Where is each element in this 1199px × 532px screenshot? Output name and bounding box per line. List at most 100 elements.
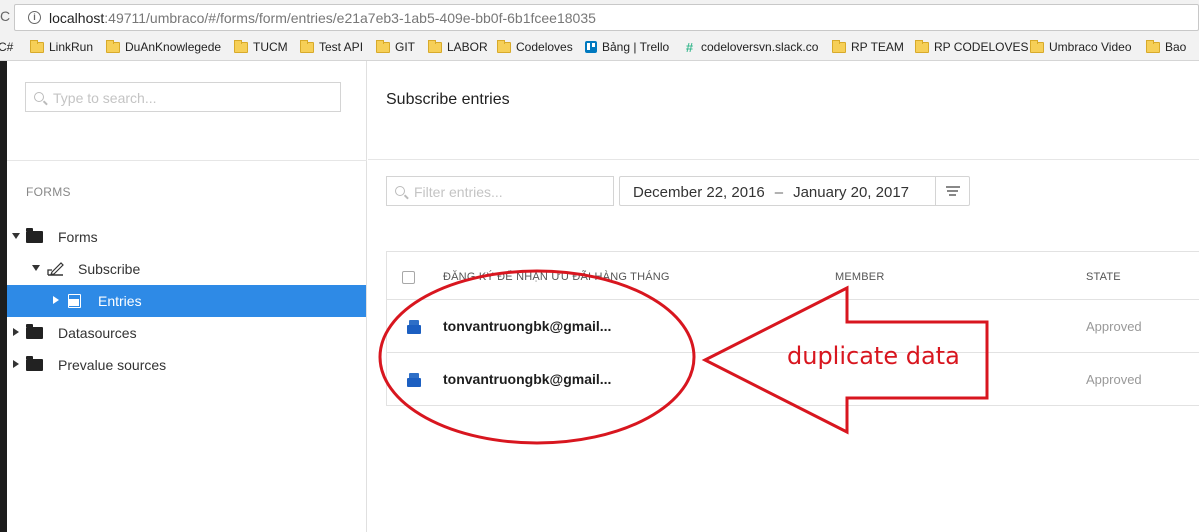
bookmark-label: Bao [1165, 40, 1187, 54]
date-to: January 20, 2017 [793, 184, 910, 201]
entry-icon [407, 373, 421, 387]
bookmark-label: C# [0, 40, 14, 54]
entry-state: Approved [1086, 372, 1142, 387]
folder-icon [26, 356, 43, 371]
bookmark-label: RP TEAM [851, 40, 904, 54]
caret-down-icon[interactable] [32, 265, 40, 271]
browser-address-row: C i localhost:49711/umbraco/#/forms/form… [0, 0, 1199, 34]
column-header-member[interactable]: MEMBER [835, 271, 884, 283]
entry-icon [407, 320, 421, 334]
column-header-state[interactable]: STATE [1086, 271, 1121, 283]
bookmark-labor[interactable]: LABOR [428, 38, 488, 56]
bookmark-label: Bảng | Trello [602, 40, 670, 54]
tree-node-label: Datasources [58, 325, 137, 341]
filter-options-button[interactable] [935, 177, 969, 205]
bookmark-label: TUCM [253, 40, 288, 54]
folder-icon [376, 39, 390, 53]
folder-icon [300, 39, 314, 53]
search-icon [395, 186, 405, 196]
tree-node-label: Subscribe [78, 261, 141, 277]
page-title: Subscribe entries [386, 91, 510, 108]
tree-node-datasources[interactable]: Datasources [7, 317, 366, 349]
tree-node-prevalue-sources[interactable]: Prevalue sources [7, 349, 366, 381]
tree-panel: Type to search... FORMS Forms Subscribe … [7, 61, 367, 532]
tree-node-entries[interactable]: Entries [7, 285, 366, 317]
bookmark-bao[interactable]: Bao [1146, 38, 1186, 56]
bookmark-rp-codeloves[interactable]: RP CODELOVES [915, 38, 1028, 56]
divider [7, 160, 367, 161]
bookmark-test-api[interactable]: Test API [300, 38, 363, 56]
search-placeholder: Type to search... [53, 90, 157, 106]
bookmark-tucm[interactable]: TUCM [234, 38, 288, 56]
folder-icon [106, 39, 120, 53]
date-separator: – [774, 184, 784, 201]
bookmark-slack[interactable]: # codeloversvn.slack.co [683, 38, 819, 56]
bookmark-label: codeloversvn.slack.co [701, 40, 819, 54]
folder-icon [497, 39, 511, 53]
folder-icon [915, 39, 929, 53]
tree-node-label: Forms [58, 229, 98, 245]
menu-icon-line [949, 194, 956, 196]
folder-icon [428, 39, 442, 53]
bookmark-csharp[interactable]: C# [0, 38, 13, 56]
bookmark-umbraco-video[interactable]: Umbraco Video [1030, 38, 1132, 56]
folder-icon [234, 39, 248, 53]
tree-node-label: Entries [98, 293, 142, 309]
filter-entries-input[interactable]: Filter entries... [386, 176, 614, 206]
date-from: December 22, 2016 [633, 184, 765, 201]
column-header-subscribe[interactable]: ĐĂNG KÝ ĐỂ NHẬN ƯU ĐÃI HÀNG THÁNG [443, 271, 670, 283]
reload-icon[interactable]: C [0, 8, 10, 24]
folder-icon [26, 324, 43, 339]
table-header: ĐĂNG KÝ ĐỂ NHẬN ƯU ĐÃI HÀNG THÁNG MEMBER… [387, 252, 1199, 300]
filter-placeholder: Filter entries... [414, 184, 503, 200]
bookmark-linkrun[interactable]: LinkRun [30, 38, 93, 56]
caret-right-icon[interactable] [13, 328, 19, 336]
bookmark-label: Codeloves [516, 40, 573, 54]
entries-icon [68, 294, 81, 308]
bookmark-label: GIT [395, 40, 415, 54]
caret-right-icon[interactable] [53, 296, 59, 304]
bookmarks-bar: C# LinkRun DuAnKnowlegede TUCM Test API … [0, 34, 1199, 61]
bookmark-git[interactable]: GIT [376, 38, 415, 56]
bookmark-label: LinkRun [49, 40, 94, 54]
main-panel: Subscribe entries Filter entries... Dece… [368, 61, 1199, 532]
folder-icon [832, 39, 846, 53]
slack-icon: # [685, 39, 694, 55]
entry-state: Approved [1086, 319, 1142, 334]
caret-down-icon[interactable] [12, 233, 20, 239]
bookmark-label: DuAnKnowlegede [125, 40, 222, 54]
tree-heading: FORMS [26, 185, 71, 199]
url-text[interactable]: localhost:49711/umbraco/#/forms/form/ent… [49, 10, 596, 26]
folder-icon [1030, 39, 1044, 53]
tree-node-forms[interactable]: Forms [7, 221, 366, 253]
entries-table: ĐĂNG KÝ ĐỂ NHẬN ƯU ĐÃI HÀNG THÁNG MEMBER… [386, 251, 1199, 406]
menu-icon-line [947, 190, 958, 192]
bookmark-label: LABOR [447, 40, 488, 54]
entry-email[interactable]: tonvantruongbk@gmail... [443, 318, 611, 334]
bookmark-label: Umbraco Video [1049, 40, 1132, 54]
tree-node-label: Prevalue sources [58, 357, 167, 373]
trello-icon [585, 41, 597, 53]
info-icon[interactable]: i [28, 11, 41, 24]
date-range-text: December 22, 2016– January 20, 2017 [633, 184, 909, 201]
bookmark-codeloves[interactable]: Codeloves [497, 38, 573, 56]
form-edit-icon [47, 262, 64, 276]
annotation-label: duplicate data [787, 342, 960, 370]
tree-node-subscribe[interactable]: Subscribe [7, 253, 366, 285]
menu-icon [946, 186, 960, 188]
caret-right-icon[interactable] [13, 360, 19, 368]
entry-email[interactable]: tonvantruongbk@gmail... [443, 371, 611, 387]
date-range-picker[interactable]: December 22, 2016– January 20, 2017 [619, 176, 970, 206]
select-all-checkbox[interactable] [402, 271, 415, 284]
bookmark-label: Test API [319, 40, 364, 54]
main-header: Subscribe entries [368, 61, 1199, 160]
search-icon [34, 92, 44, 102]
address-bar[interactable]: i localhost:49711/umbraco/#/forms/form/e… [14, 4, 1199, 31]
folder-icon [30, 39, 44, 53]
tree-search-input[interactable]: Type to search... [25, 82, 341, 112]
folder-icon [26, 228, 43, 243]
bookmark-trello[interactable]: Bảng | Trello [585, 38, 669, 56]
bookmark-duanknowlegede[interactable]: DuAnKnowlegede [106, 38, 221, 56]
folder-icon [1146, 39, 1160, 53]
bookmark-rp-team[interactable]: RP TEAM [832, 38, 904, 56]
